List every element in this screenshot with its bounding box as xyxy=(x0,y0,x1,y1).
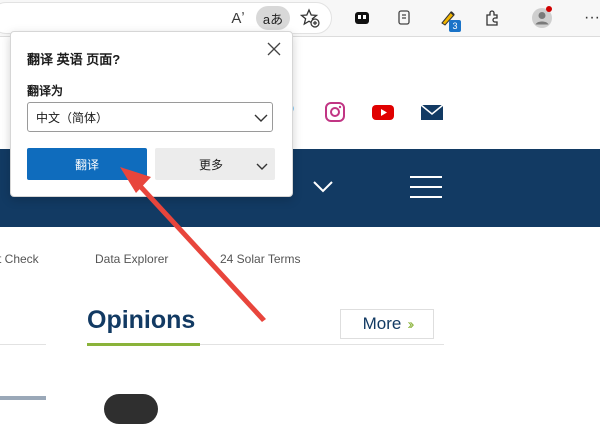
more-options-label: 更多 xyxy=(199,157,224,172)
chevron-down-icon xyxy=(256,160,268,174)
read-aloud-icon[interactable]: Aʼ xyxy=(226,6,250,30)
settings-more-icon[interactable]: ··· xyxy=(580,6,600,30)
more-options-button[interactable]: 更多 xyxy=(155,148,275,180)
translate-button[interactable]: 翻译 xyxy=(27,148,147,180)
target-language-select[interactable]: 中文（简体） xyxy=(27,102,273,132)
selected-language: 中文（简体） xyxy=(36,110,109,125)
mail-icon[interactable] xyxy=(420,100,444,124)
subnav-data-explorer[interactable]: Data Explorer xyxy=(95,252,168,266)
extension-badge: 3 xyxy=(449,20,461,32)
translate-popup: 翻译 英语 页面? 翻译为 中文（简体） 翻译 更多 xyxy=(10,31,293,197)
collections-icon[interactable] xyxy=(392,6,416,30)
article-thumbnail[interactable] xyxy=(0,396,46,400)
hamburger-menu-icon[interactable] xyxy=(410,176,442,198)
double-chevron-right-icon: ›› xyxy=(407,315,414,333)
sub-navigation: ct Check Data Explorer 24 Solar Terms xyxy=(0,252,600,268)
add-favorite-icon[interactable] xyxy=(298,6,322,30)
author-avatar[interactable] xyxy=(104,394,158,424)
divider xyxy=(0,344,46,345)
instagram-icon[interactable] xyxy=(323,100,347,124)
extension-icon[interactable] xyxy=(350,6,374,30)
more-link-label: More xyxy=(362,314,402,333)
section-accent-bar xyxy=(87,343,200,346)
extensions-puzzle-icon[interactable] xyxy=(480,6,504,30)
translate-page-icon[interactable]: aあ xyxy=(256,6,290,30)
section-title: Opinions xyxy=(87,306,196,334)
nav-dropdown-chevron-icon[interactable] xyxy=(312,180,334,199)
subnav-solar-terms[interactable]: 24 Solar Terms xyxy=(220,252,300,266)
chevron-down-icon xyxy=(254,112,268,126)
popup-title: 翻译 英语 页面? xyxy=(27,52,121,67)
subnav-fact-check[interactable]: ct Check xyxy=(0,252,39,266)
more-link[interactable]: More ›› xyxy=(340,309,434,339)
youtube-icon[interactable] xyxy=(371,100,395,124)
notification-dot xyxy=(546,6,552,12)
target-language-label: 翻译为 xyxy=(27,84,64,98)
close-icon[interactable] xyxy=(265,40,283,58)
